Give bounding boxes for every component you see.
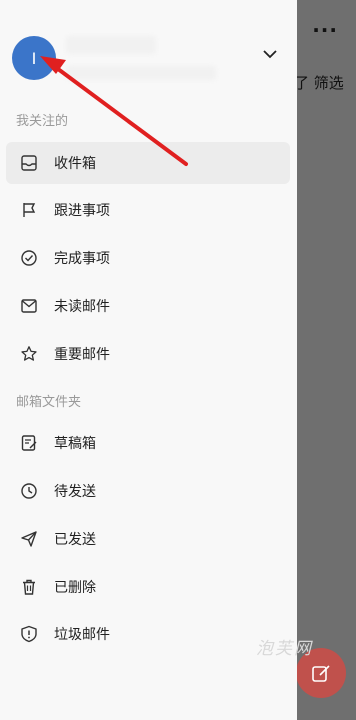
spam-icon	[20, 625, 38, 643]
menu-item-label: 未读邮件	[54, 299, 110, 315]
clock-icon	[20, 482, 38, 500]
menu-item-label: 收件箱	[54, 156, 96, 172]
envelope-icon	[20, 297, 38, 315]
compose-icon	[310, 662, 332, 684]
watermark: 泡芙网	[256, 639, 313, 659]
menu-item-label: 垃圾邮件	[54, 627, 110, 643]
filter-button[interactable]: 了 筛选	[294, 72, 344, 93]
send-icon	[20, 530, 38, 548]
menu-item-drafts[interactable]: 草稿箱	[6, 422, 290, 464]
account-switch-chevron-down-icon[interactable]	[262, 48, 278, 60]
menu-item-label: 草稿箱	[54, 436, 96, 452]
menu-item-label: 完成事项	[54, 251, 110, 267]
avatar-letter: I	[31, 48, 37, 68]
avatar[interactable]: I	[12, 36, 56, 80]
account-email-redacted	[66, 66, 216, 80]
menu-item-unread[interactable]: 未读邮件	[6, 285, 290, 327]
menu-item-sent[interactable]: 已发送	[6, 518, 290, 560]
inbox-icon	[20, 154, 38, 172]
more-options-button[interactable]: ···	[312, 18, 338, 42]
menu-item-inbox[interactable]: 收件箱	[6, 142, 290, 184]
menu-item-spam[interactable]: 垃圾邮件	[6, 613, 290, 655]
navigation-drawer: I 我关注的 收件箱 跟进事项 完成事项 未读邮件 重要邮件 邮箱文件夹 草稿箱…	[0, 0, 297, 720]
menu-item-follow-up[interactable]: 跟进事项	[6, 189, 290, 231]
menu-item-label: 重要邮件	[54, 347, 110, 363]
menu-item-important[interactable]: 重要邮件	[6, 333, 290, 375]
trash-icon	[20, 578, 38, 596]
menu-item-label: 已发送	[54, 532, 96, 548]
account-name-redacted	[66, 36, 156, 54]
section-label-folders: 邮箱文件夹	[16, 395, 82, 410]
draft-icon	[20, 434, 38, 452]
menu-item-label: 跟进事项	[54, 203, 110, 219]
menu-item-pending[interactable]: 待发送	[6, 470, 290, 512]
section-label-following: 我关注的	[16, 114, 69, 129]
menu-item-completed[interactable]: 完成事项	[6, 237, 290, 279]
star-icon	[20, 345, 38, 363]
flag-icon	[20, 201, 38, 219]
menu-item-label: 待发送	[54, 484, 96, 500]
check-circle-icon	[20, 249, 38, 267]
menu-item-deleted[interactable]: 已删除	[6, 566, 290, 608]
menu-item-label: 已删除	[54, 580, 96, 596]
